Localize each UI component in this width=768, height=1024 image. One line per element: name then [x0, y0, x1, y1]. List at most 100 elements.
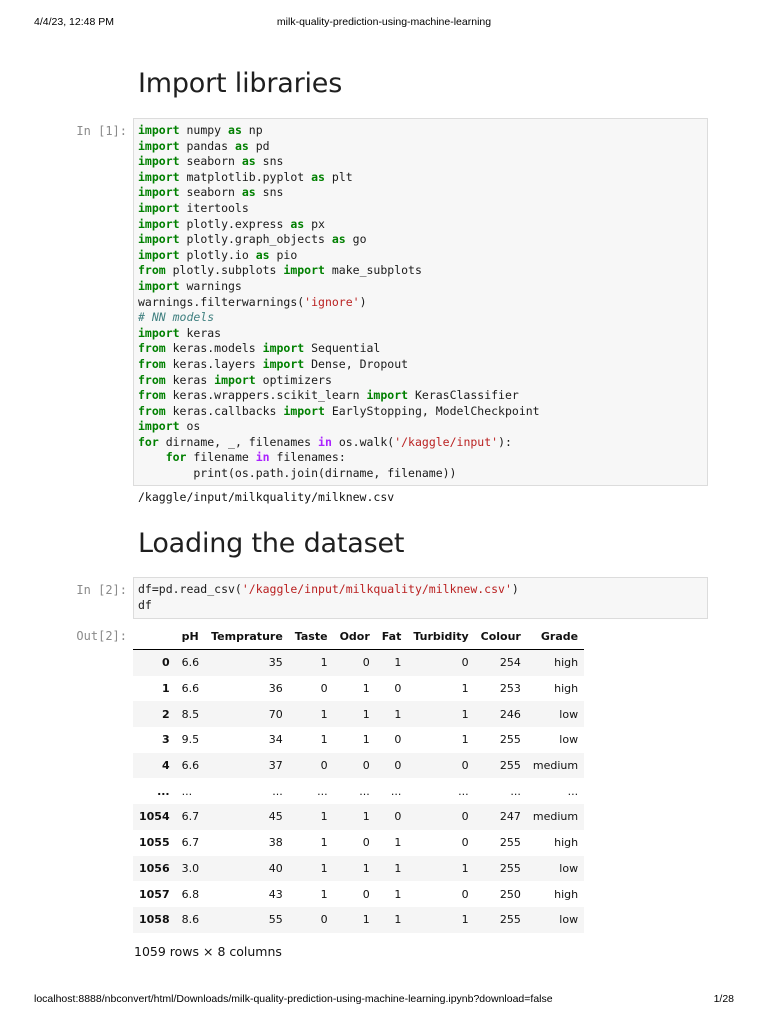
- table-cell: 0: [394, 733, 402, 747]
- table-cell: 0: [320, 759, 328, 773]
- table-cell: low: [559, 707, 579, 721]
- table-cell: 3.0: [181, 861, 200, 875]
- table-cell: 253: [499, 682, 521, 696]
- table-cell: 1: [320, 656, 328, 670]
- table-cell: 43: [268, 887, 283, 901]
- table-cell: 0: [394, 810, 402, 824]
- table-cell: low: [559, 861, 579, 875]
- print-page-number: 1/28: [713, 993, 734, 1005]
- table-cell: 0: [320, 913, 328, 927]
- print-doc-title: milk-quality-prediction-using-machine-le…: [276, 16, 492, 28]
- column-header: Fat: [375, 624, 408, 650]
- table-cell: 55: [268, 913, 283, 927]
- table-row: 1057 6.8 43 1 0 1 0 250 high: [133, 881, 584, 907]
- table-cell: 255: [499, 759, 521, 773]
- table-row: 3 9.5 34 1 1 0 1 255 low: [133, 727, 584, 753]
- table-cell: 0: [461, 887, 469, 901]
- code-line: import itertools: [138, 200, 249, 215]
- table-cell: 38: [268, 836, 283, 850]
- table-cell: 1: [320, 887, 328, 901]
- code-line: from keras.wrappers.scikit_learn import …: [138, 388, 519, 403]
- table-cell: 1: [394, 707, 402, 721]
- code-line: for dirname, _, filenames in os.walk('/k…: [138, 434, 512, 449]
- table-cell: ...: [510, 784, 521, 798]
- code-line: from keras.layers import Dense, Dropout: [138, 356, 409, 371]
- table-cell: 247: [499, 810, 521, 824]
- code-line: import matplotlib.pyplot as plt: [138, 169, 353, 184]
- table-cell: 1: [362, 682, 370, 696]
- table-cell: 6.6: [181, 759, 200, 773]
- row-index: 1058: [139, 913, 170, 927]
- table-row: 2 8.5 70 1 1 1 1 246 low: [133, 701, 585, 728]
- row-index: 1: [161, 682, 170, 696]
- table-cell: ...: [390, 784, 402, 798]
- table-row: 1 6.6 36 0 1 0 1 253 high: [133, 676, 584, 702]
- row-index: 4: [161, 759, 170, 773]
- row-index: 2: [161, 707, 170, 721]
- row-index: 1057: [139, 887, 170, 901]
- table-cell: medium: [532, 759, 579, 773]
- section-heading-import-libraries: Import libraries: [138, 68, 343, 99]
- row-index: ...: [157, 784, 170, 798]
- table-cell: 0: [362, 836, 370, 850]
- table-cell: 1: [362, 913, 370, 927]
- code-line: df: [138, 597, 152, 612]
- table-cell: 1: [320, 810, 328, 824]
- table-row: 1058 8.6 55 0 1 1 1 255 low: [133, 906, 585, 933]
- table-cell: 1: [320, 861, 328, 875]
- code-cell-2[interactable]: df=pd.read_csv('/kaggle/input/milkqualit…: [133, 577, 708, 619]
- table-cell: ...: [317, 784, 328, 798]
- table-cell: 0: [461, 810, 469, 824]
- table-cell: 1: [394, 656, 402, 670]
- code-line: warnings.filterwarnings('ignore'): [138, 294, 367, 309]
- table-cell: 6.6: [181, 656, 200, 670]
- column-header: Turbidity: [407, 624, 475, 650]
- table-cell: 8.5: [181, 707, 200, 721]
- row-index: 1056: [139, 861, 170, 875]
- table-cell: 1: [362, 707, 370, 721]
- table-cell: 246: [499, 707, 521, 721]
- table-cell: 1: [394, 887, 402, 901]
- table-cell: 250: [499, 887, 521, 901]
- table-cell: 0: [362, 887, 370, 901]
- table-cell: 37: [268, 759, 283, 773]
- cell-2-output-prompt: Out[2]:: [76, 629, 127, 643]
- table-cell: 6.7: [181, 836, 200, 850]
- table-cell: 0: [461, 656, 469, 670]
- table-cell: 1: [394, 836, 402, 850]
- table-cell: 6.6: [181, 682, 200, 696]
- table-cell: high: [554, 656, 579, 670]
- code-line: import pandas as pd: [138, 138, 270, 153]
- code-line: from keras.callbacks import EarlyStoppin…: [138, 403, 540, 418]
- column-header: Odor: [333, 624, 376, 650]
- code-cell-1[interactable]: import numpy as np import pandas as pd i…: [133, 118, 708, 486]
- code-line: import warnings: [138, 278, 242, 293]
- cell-2-input-prompt: In [2]:: [76, 583, 127, 597]
- table-cell: 254: [499, 656, 521, 670]
- table-row: ...........................: [133, 778, 584, 804]
- table-cell: 255: [499, 861, 521, 875]
- code-line: import keras: [138, 325, 222, 340]
- table-cell: 255: [499, 913, 521, 927]
- code-line: df=pd.read_csv('/kaggle/input/milkqualit…: [138, 582, 519, 596]
- column-header: Temprature: [205, 624, 289, 650]
- table-cell: medium: [532, 810, 579, 824]
- code-line: from plotly.subplots import make_subplot…: [138, 263, 422, 278]
- table-cell: 1: [320, 707, 328, 721]
- code-line: import plotly.graph_objects as go: [138, 232, 367, 247]
- print-footer: localhost:8888/nbconvert/html/Downloads/…: [0, 993, 768, 1009]
- table-cell: 0: [362, 759, 370, 773]
- table-cell: 0: [394, 759, 402, 773]
- table-cell: ...: [272, 784, 283, 798]
- table-row: 1055 6.7 38 1 0 1 0 255 high: [133, 830, 584, 856]
- table-header-row: pH Temprature Taste Odor Fat Turbidity C…: [133, 624, 585, 650]
- column-header: Colour: [474, 624, 527, 650]
- code-line: import os: [138, 419, 201, 434]
- table-cell: 0: [362, 656, 370, 670]
- code-line: import seaborn as sns: [138, 185, 284, 200]
- table-cell: 1: [362, 810, 370, 824]
- table-cell: 255: [499, 836, 521, 850]
- column-header: [133, 624, 176, 650]
- dataframe-table: pH Temprature Taste Odor Fat Turbidity C…: [133, 624, 585, 933]
- table-cell: 9.5: [181, 733, 200, 747]
